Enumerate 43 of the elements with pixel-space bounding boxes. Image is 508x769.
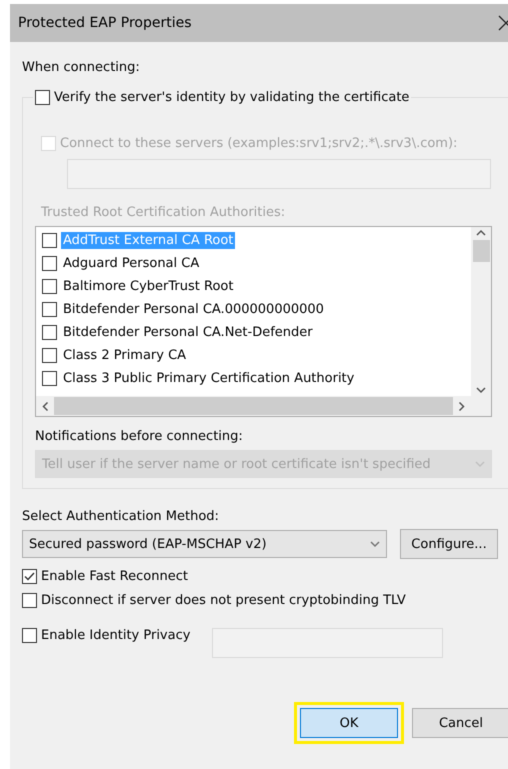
checkbox-label: Enable Fast Reconnect bbox=[41, 568, 188, 584]
checkbox[interactable] bbox=[42, 348, 57, 363]
method-dropdown[interactable]: Secured password (EAP-MSCHAP v2) bbox=[22, 530, 387, 558]
checkbox[interactable] bbox=[42, 256, 57, 271]
checkbox-label: Enable Identity Privacy bbox=[41, 628, 190, 642]
servers-input-field[interactable] bbox=[67, 159, 491, 189]
list-item[interactable]: Bitdefender Personal CA.000000000000 bbox=[61, 301, 326, 318]
chevron-left-icon bbox=[42, 401, 48, 411]
list-item[interactable]: Adguard Personal CA bbox=[61, 255, 202, 272]
dialog-button[interactable]: Cancel bbox=[412, 708, 508, 738]
checkbox[interactable] bbox=[42, 325, 57, 340]
chevron-up-icon bbox=[476, 229, 486, 236]
list-label: Trusted Root Certification Authorities: bbox=[41, 205, 286, 220]
checkbox[interactable] bbox=[22, 568, 37, 584]
checkbox[interactable] bbox=[22, 592, 37, 608]
checkbox[interactable] bbox=[22, 628, 37, 642]
checkbox[interactable] bbox=[42, 279, 57, 294]
checkbox-label: Connect to these servers (examples:srv1;srv2;.*\.srv3\.com): bbox=[60, 136, 458, 150]
list-item[interactable]: Baltimore CyberTrust Root bbox=[61, 278, 236, 295]
horizontal-scrollbar[interactable] bbox=[36, 396, 471, 416]
scrollbar-thumb[interactable] bbox=[472, 240, 490, 262]
chevron-down-icon bbox=[475, 460, 485, 468]
configure-button[interactable]: Configure... bbox=[400, 529, 498, 559]
identity-input-field[interactable] bbox=[212, 628, 444, 658]
checkbox-label: Verify the server's identity by validating the certificate bbox=[54, 90, 410, 104]
dialog-button[interactable]: OK bbox=[300, 708, 398, 738]
chevron-down-icon bbox=[476, 387, 486, 394]
chevron-down-icon bbox=[370, 540, 380, 548]
chevron-right-icon bbox=[458, 401, 466, 411]
list-item[interactable]: Bitdefender Personal CA.Net-Defender bbox=[61, 324, 315, 341]
checkbox[interactable] bbox=[42, 302, 57, 317]
list-item[interactable]: Class 3 Public Primary Certification Authority bbox=[61, 370, 356, 387]
scrollbar-thumb[interactable] bbox=[54, 397, 453, 415]
section-label: Select Authentication Method: bbox=[22, 509, 220, 524]
checkbox[interactable] bbox=[35, 90, 50, 104]
window-title: Protected EAP Properties bbox=[18, 15, 192, 31]
vertical-scrollbar[interactable] bbox=[471, 227, 491, 396]
section-label: Notifications before connecting: bbox=[35, 429, 244, 444]
checkbox-label: Disconnect if server does not present cryptobinding TLV bbox=[41, 592, 406, 608]
checkbox[interactable] bbox=[42, 371, 57, 386]
list-item[interactable]: Class 2 Primary CA bbox=[61, 347, 188, 364]
section-label: When connecting: bbox=[22, 60, 141, 75]
checkbox[interactable] bbox=[42, 233, 57, 248]
